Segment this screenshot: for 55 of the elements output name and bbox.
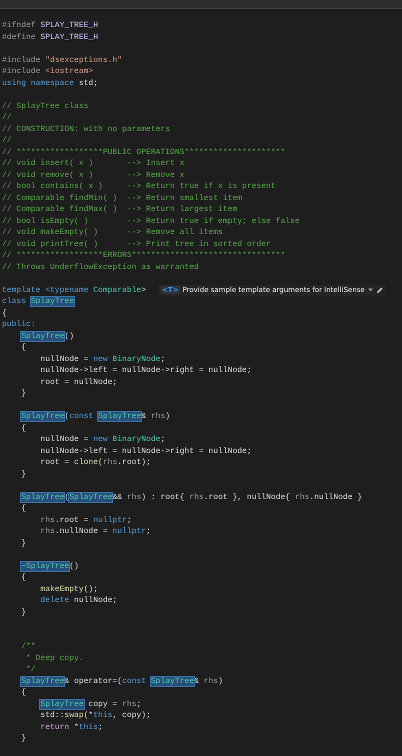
code-line: #define SPLAY_TREE_H xyxy=(2,32,98,43)
code-line: root = nullNode; xyxy=(39,376,118,388)
code-line: { xyxy=(20,572,26,584)
code-line: // ******************PUBLIC OPERATIONS********************* xyxy=(2,146,286,158)
code-line: nullNode = new BinaryNode; xyxy=(39,434,166,446)
code-line: { xyxy=(20,342,26,354)
code-line: public: xyxy=(2,319,36,330)
code-line: } xyxy=(20,606,26,618)
code-line: nullNode->left = nullNode->right = nullNode; xyxy=(39,365,252,376)
code-line: #include <iostream> xyxy=(2,66,94,78)
code-line: using namespace std; xyxy=(2,78,98,89)
code-line: // Comparable findMin( ) --> Return smallest item xyxy=(2,192,242,204)
code-line: ~SplayTree() xyxy=(20,560,79,572)
code-line: class SplayTree xyxy=(2,296,74,308)
code-line: // xyxy=(2,112,12,124)
code-line: SplayTree copy = rhs; xyxy=(39,698,142,710)
code-line: /** xyxy=(20,641,36,652)
code-line: // bool contains( x ) --> Return true if x is present xyxy=(2,181,276,192)
code-line: // void makeEmpty( ) --> Remove all items xyxy=(2,227,223,238)
code-line: std::swap(*this, copy); xyxy=(39,710,151,722)
code-line: // SplayTree class xyxy=(2,100,88,112)
code-line: // void insert( x ) --> Insert x xyxy=(2,158,184,170)
code-line: SplayTree(SplayTree&& rhs) : root{ rhs.root }, nullNode{ rhs.nullNode } xyxy=(20,492,362,503)
code-line: rhs.nullNode = nullptr; xyxy=(39,526,151,538)
code-line: template <typename Comparable> xyxy=(2,284,146,296)
code-line: #include "dsexceptions.h" xyxy=(2,54,122,66)
code-line: return *this; xyxy=(39,722,103,733)
code-line: // void remove( x ) --> Remove x xyxy=(2,170,184,181)
pencil-icon[interactable] xyxy=(376,286,383,294)
code-line: } xyxy=(20,538,26,549)
code-line: // ******************ERRORS******************************** xyxy=(2,250,286,262)
code-line: // Comparable findMax( ) --> Return largest item xyxy=(2,204,238,216)
code-line: } xyxy=(20,388,26,400)
code-line: { xyxy=(2,308,7,319)
code-line: { xyxy=(20,687,26,698)
code-line: // bool isEmpty( ) --> Return true if empty; else false xyxy=(2,216,300,227)
code-line: // CONSTRUCTION: with no parameters xyxy=(2,124,170,135)
code-line: delete nullNode; xyxy=(39,595,118,606)
code-line: nullNode = new BinaryNode; xyxy=(39,354,166,365)
code-line: } xyxy=(20,468,26,480)
code-line: // Throws UnderflowException as warranted xyxy=(2,262,199,273)
code-line: SplayTree() xyxy=(20,330,74,342)
caret-icon[interactable] xyxy=(368,288,373,292)
code-line: { xyxy=(20,422,26,434)
code-line: { xyxy=(20,503,26,514)
code-line: rhs.root = nullptr; xyxy=(39,514,132,526)
code-line: makeEmpty(); xyxy=(39,584,98,595)
code-line: } xyxy=(20,733,26,744)
code-line: nullNode->left = nullNode->right = nullNode; xyxy=(39,446,252,457)
code-line: // void printTree( ) --> Print tree in sorted order xyxy=(2,238,271,250)
code-line: */ xyxy=(25,664,36,676)
code-line: * Deep copy. xyxy=(25,652,84,664)
code-line: root = clone(rhs.root); xyxy=(39,457,151,468)
code-line: #ifndef SPLAY_TREE_H xyxy=(2,20,98,32)
code-line: // xyxy=(2,135,12,146)
